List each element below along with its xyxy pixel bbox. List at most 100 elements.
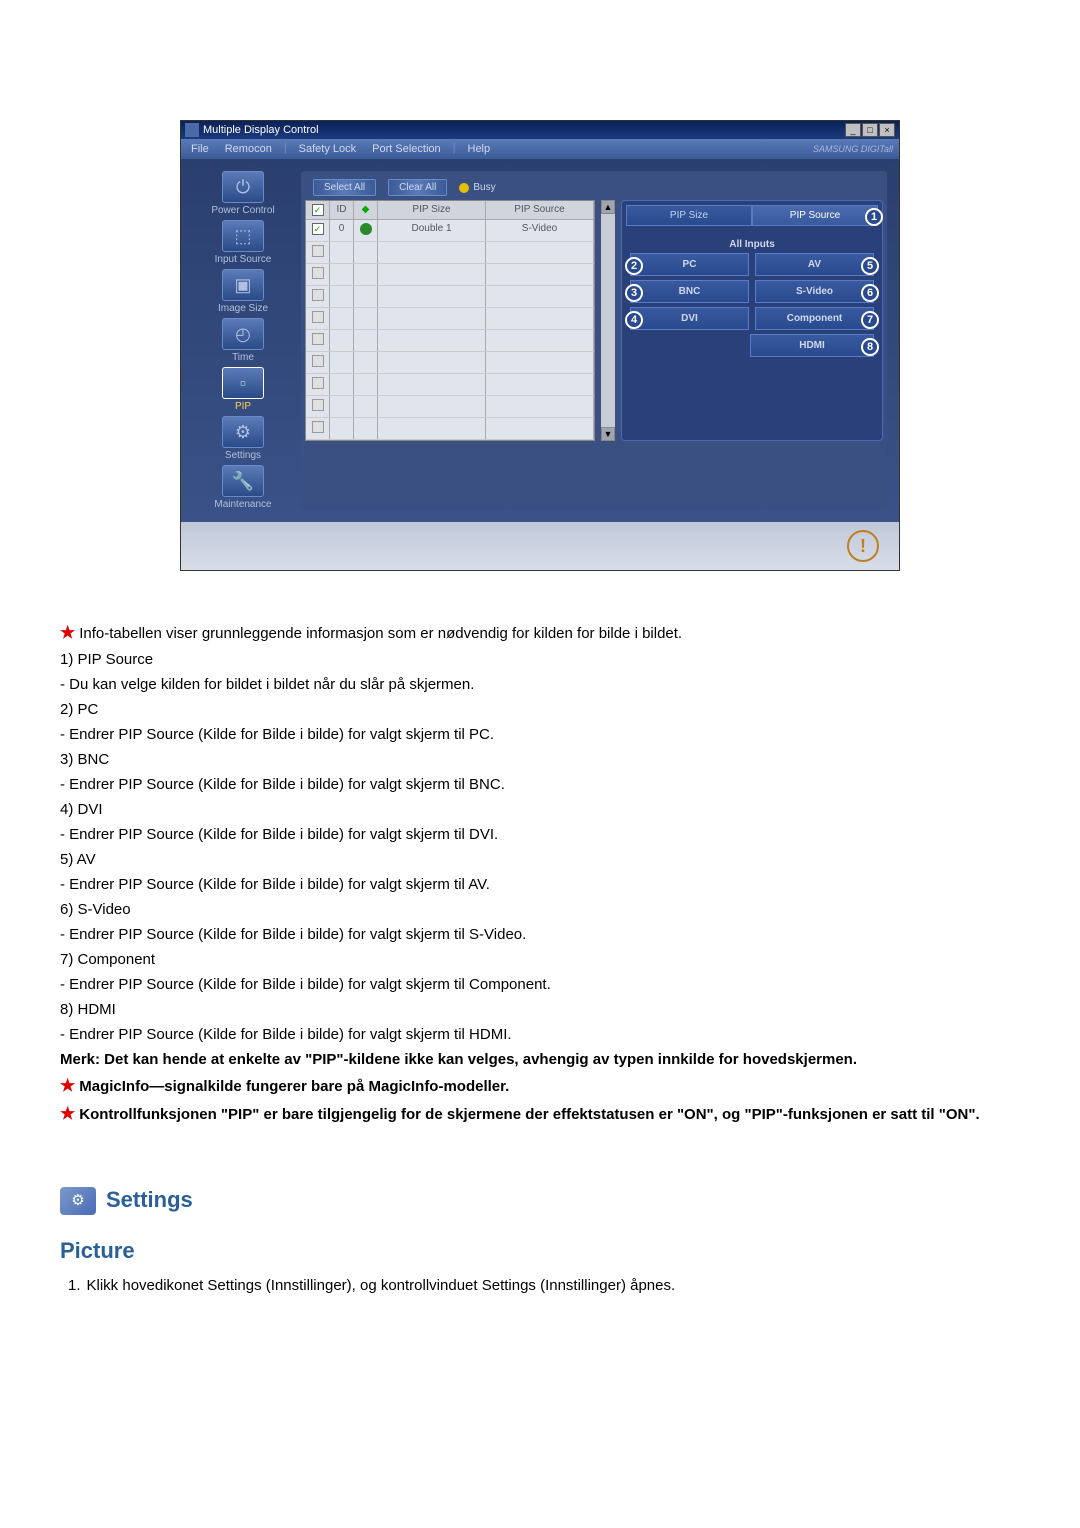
doc-item-4: 4) DVI [60,799,1020,820]
scrollbar[interactable]: ▲ ▼ [601,200,615,441]
badge-1: 1 [865,208,883,226]
clear-all-button[interactable]: Clear All [388,179,447,196]
table-row[interactable] [306,352,594,374]
maximize-button[interactable]: □ [862,123,878,137]
table-row[interactable] [306,286,594,308]
doc-star1: MagicInfo—signalkilde fungerer bare på M… [79,1078,509,1095]
row-check-icon[interactable] [312,311,324,323]
maintenance-icon: 🔧 [222,465,264,497]
doc-intro: Info-tabellen viser grunnleggende inform… [79,625,682,642]
badge-6: 6 [861,284,879,302]
sidebar-item-input[interactable]: ⬚ Input Source [193,220,293,265]
settings-title: Settings [106,1185,193,1216]
table-row[interactable] [306,330,594,352]
main-panel: Select All Clear All Busy ✓ ID ◆ PIP Siz… [301,171,887,510]
input-av-button[interactable]: AV 5 [755,253,874,276]
window-title: Multiple Display Control [203,124,319,136]
input-label: DVI [681,313,698,324]
image-size-icon: ▣ [222,269,264,301]
input-pc-button[interactable]: PC 2 [630,253,749,276]
doc-item-8-desc: - Endrer PIP Source (Kilde for Bilde i b… [60,1024,1020,1045]
all-inputs-section: All Inputs PC 2 AV 5 [626,232,878,365]
scroll-up-icon[interactable]: ▲ [601,200,615,214]
minimize-button[interactable]: _ [845,123,861,137]
badge-8: 8 [861,338,879,356]
badge-5: 5 [861,257,879,275]
star-icon: ★ [60,1076,75,1095]
input-component-button[interactable]: Component 7 [755,307,874,330]
busy-dot-icon [459,183,469,193]
badge-4: 4 [625,311,643,329]
sidebar-label: Settings [193,450,293,461]
row-check-icon[interactable] [312,289,324,301]
row-check-icon[interactable] [312,421,324,433]
row-check-icon[interactable] [312,267,324,279]
input-label: BNC [679,286,701,297]
busy-label: Busy [473,182,495,193]
cell-size: Double 1 [378,220,486,241]
row-check-icon[interactable] [312,377,324,389]
status-icon [360,223,372,235]
sidebar-item-pip[interactable]: ▫ PIP [193,367,293,412]
sidebar-label: Power Control [193,205,293,216]
sidebar-item-maintenance[interactable]: 🔧 Maintenance [193,465,293,510]
inputs-title: All Inputs [630,236,874,253]
doc-item-1: 1) PIP Source [60,649,1020,670]
row-check-icon[interactable]: ✓ [312,223,324,235]
statusbar: ! [181,522,899,570]
app-icon [185,123,199,137]
time-icon: ◴ [222,318,264,350]
picture-title: Picture [60,1236,1020,1267]
sidebar-item-time[interactable]: ◴ Time [193,318,293,363]
table-row[interactable] [306,374,594,396]
sidebar-item-settings[interactable]: ⚙ Settings [193,416,293,461]
badge-7: 7 [861,311,879,329]
row-check-icon[interactable] [312,355,324,367]
picture-step-1: 1. Klikk hovedikonet Settings (Innstilli… [68,1275,1020,1296]
table-row[interactable] [306,242,594,264]
doc-item-7: 7) Component [60,949,1020,970]
input-label: S-Video [796,286,833,297]
table-row[interactable] [306,308,594,330]
select-all-button[interactable]: Select All [313,179,376,196]
doc-item-1-desc: - Du kan velge kilden for bildet i bilde… [60,674,1020,695]
cell-source: S-Video [486,220,594,241]
menu-port-selection[interactable]: Port Selection [368,142,444,156]
sidebar-item-image-size[interactable]: ▣ Image Size [193,269,293,314]
tab-pip-source[interactable]: PIP Source 1 [752,205,878,226]
doc-item-3: 3) BNC [60,749,1020,770]
tab-label: PIP Source [790,210,840,221]
table-row[interactable] [306,264,594,286]
close-button[interactable]: × [879,123,895,137]
col-pip-source: PIP Source [486,201,594,219]
menu-file[interactable]: File [187,142,213,156]
input-bnc-button[interactable]: BNC 3 [630,280,749,303]
row-check-icon[interactable] [312,245,324,257]
input-label: AV [808,259,821,270]
sidebar-item-power[interactable]: ⏻ Power Control [193,171,293,216]
app-window: Multiple Display Control _ □ × File Remo… [180,120,900,571]
titlebar: Multiple Display Control _ □ × [181,121,899,139]
menu-help[interactable]: Help [464,142,495,156]
table-row[interactable] [306,396,594,418]
input-hdmi-button[interactable]: HDMI 8 [750,334,874,357]
power-icon: ⏻ [222,171,264,203]
input-dvi-button[interactable]: DVI 4 [630,307,749,330]
header-check-icon[interactable]: ✓ [312,204,324,216]
right-panel: PIP Size PIP Source 1 All Inputs PC 2 [621,200,883,441]
doc-item-3-desc: - Endrer PIP Source (Kilde for Bilde i b… [60,774,1020,795]
table-row[interactable] [306,418,594,440]
menu-safety-lock[interactable]: Safety Lock [295,142,360,156]
row-check-icon[interactable] [312,399,324,411]
doc-item-6-desc: - Endrer PIP Source (Kilde for Bilde i b… [60,924,1020,945]
doc-item-2: 2) PC [60,699,1020,720]
row-check-icon[interactable] [312,333,324,345]
input-label: Component [787,313,843,324]
busy-indicator: Busy [459,182,495,193]
tab-pip-size[interactable]: PIP Size [626,205,752,226]
input-svideo-button[interactable]: S-Video 6 [755,280,874,303]
menu-remocon[interactable]: Remocon [221,142,276,156]
scroll-down-icon[interactable]: ▼ [601,427,615,441]
table-row[interactable]: ✓ 0 Double 1 S-Video [306,220,594,242]
table-header: ✓ ID ◆ PIP Size PIP Source [306,201,594,220]
